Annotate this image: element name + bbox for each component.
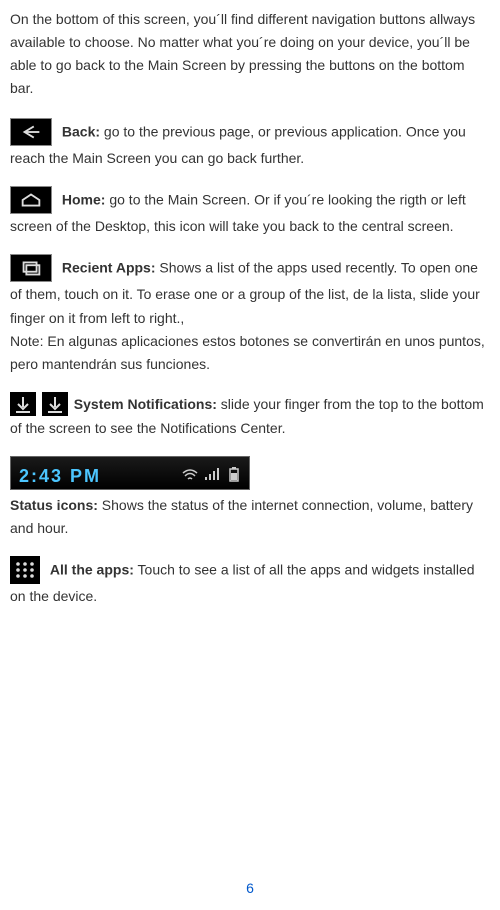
section-status: 2:43 PM Status icons: Shows the status o… [10, 456, 490, 540]
notif-title: System Notifications: [74, 396, 217, 412]
back-title: Back: [62, 124, 100, 140]
status-bar-image: 2:43 PM [10, 456, 250, 490]
recent-note: Note: En algunas aplicaciones estos boto… [10, 330, 490, 376]
signal-icon [203, 463, 221, 481]
section-back: Back: go to the previous page, or previo… [10, 118, 490, 170]
recent-title: Recient Apps: [62, 260, 156, 276]
download-arrow-icon-2 [42, 392, 68, 416]
intro-paragraph: On the bottom of this screen, you´ll fin… [10, 8, 490, 100]
status-title: Status icons: [10, 497, 98, 513]
allapps-title: All the apps: [50, 562, 134, 578]
battery-icon [225, 463, 243, 481]
section-allapps: All the apps: Touch to see a list of all… [10, 556, 490, 608]
download-arrow-icon [10, 392, 36, 416]
home-icon [10, 186, 52, 214]
section-notifications: System Notifications: slide your finger … [10, 392, 490, 440]
recent-apps-icon [10, 254, 52, 282]
home-title: Home: [62, 192, 106, 208]
status-clock: 2:43 PM [19, 462, 101, 492]
wifi-icon [181, 463, 199, 481]
section-home: Home: go to the Main Screen. Or if you´r… [10, 186, 490, 238]
page-number: 6 [0, 877, 500, 900]
section-recent: Recient Apps: Shows a list of the apps u… [10, 254, 490, 376]
back-icon [10, 118, 52, 146]
all-apps-icon [10, 556, 40, 584]
